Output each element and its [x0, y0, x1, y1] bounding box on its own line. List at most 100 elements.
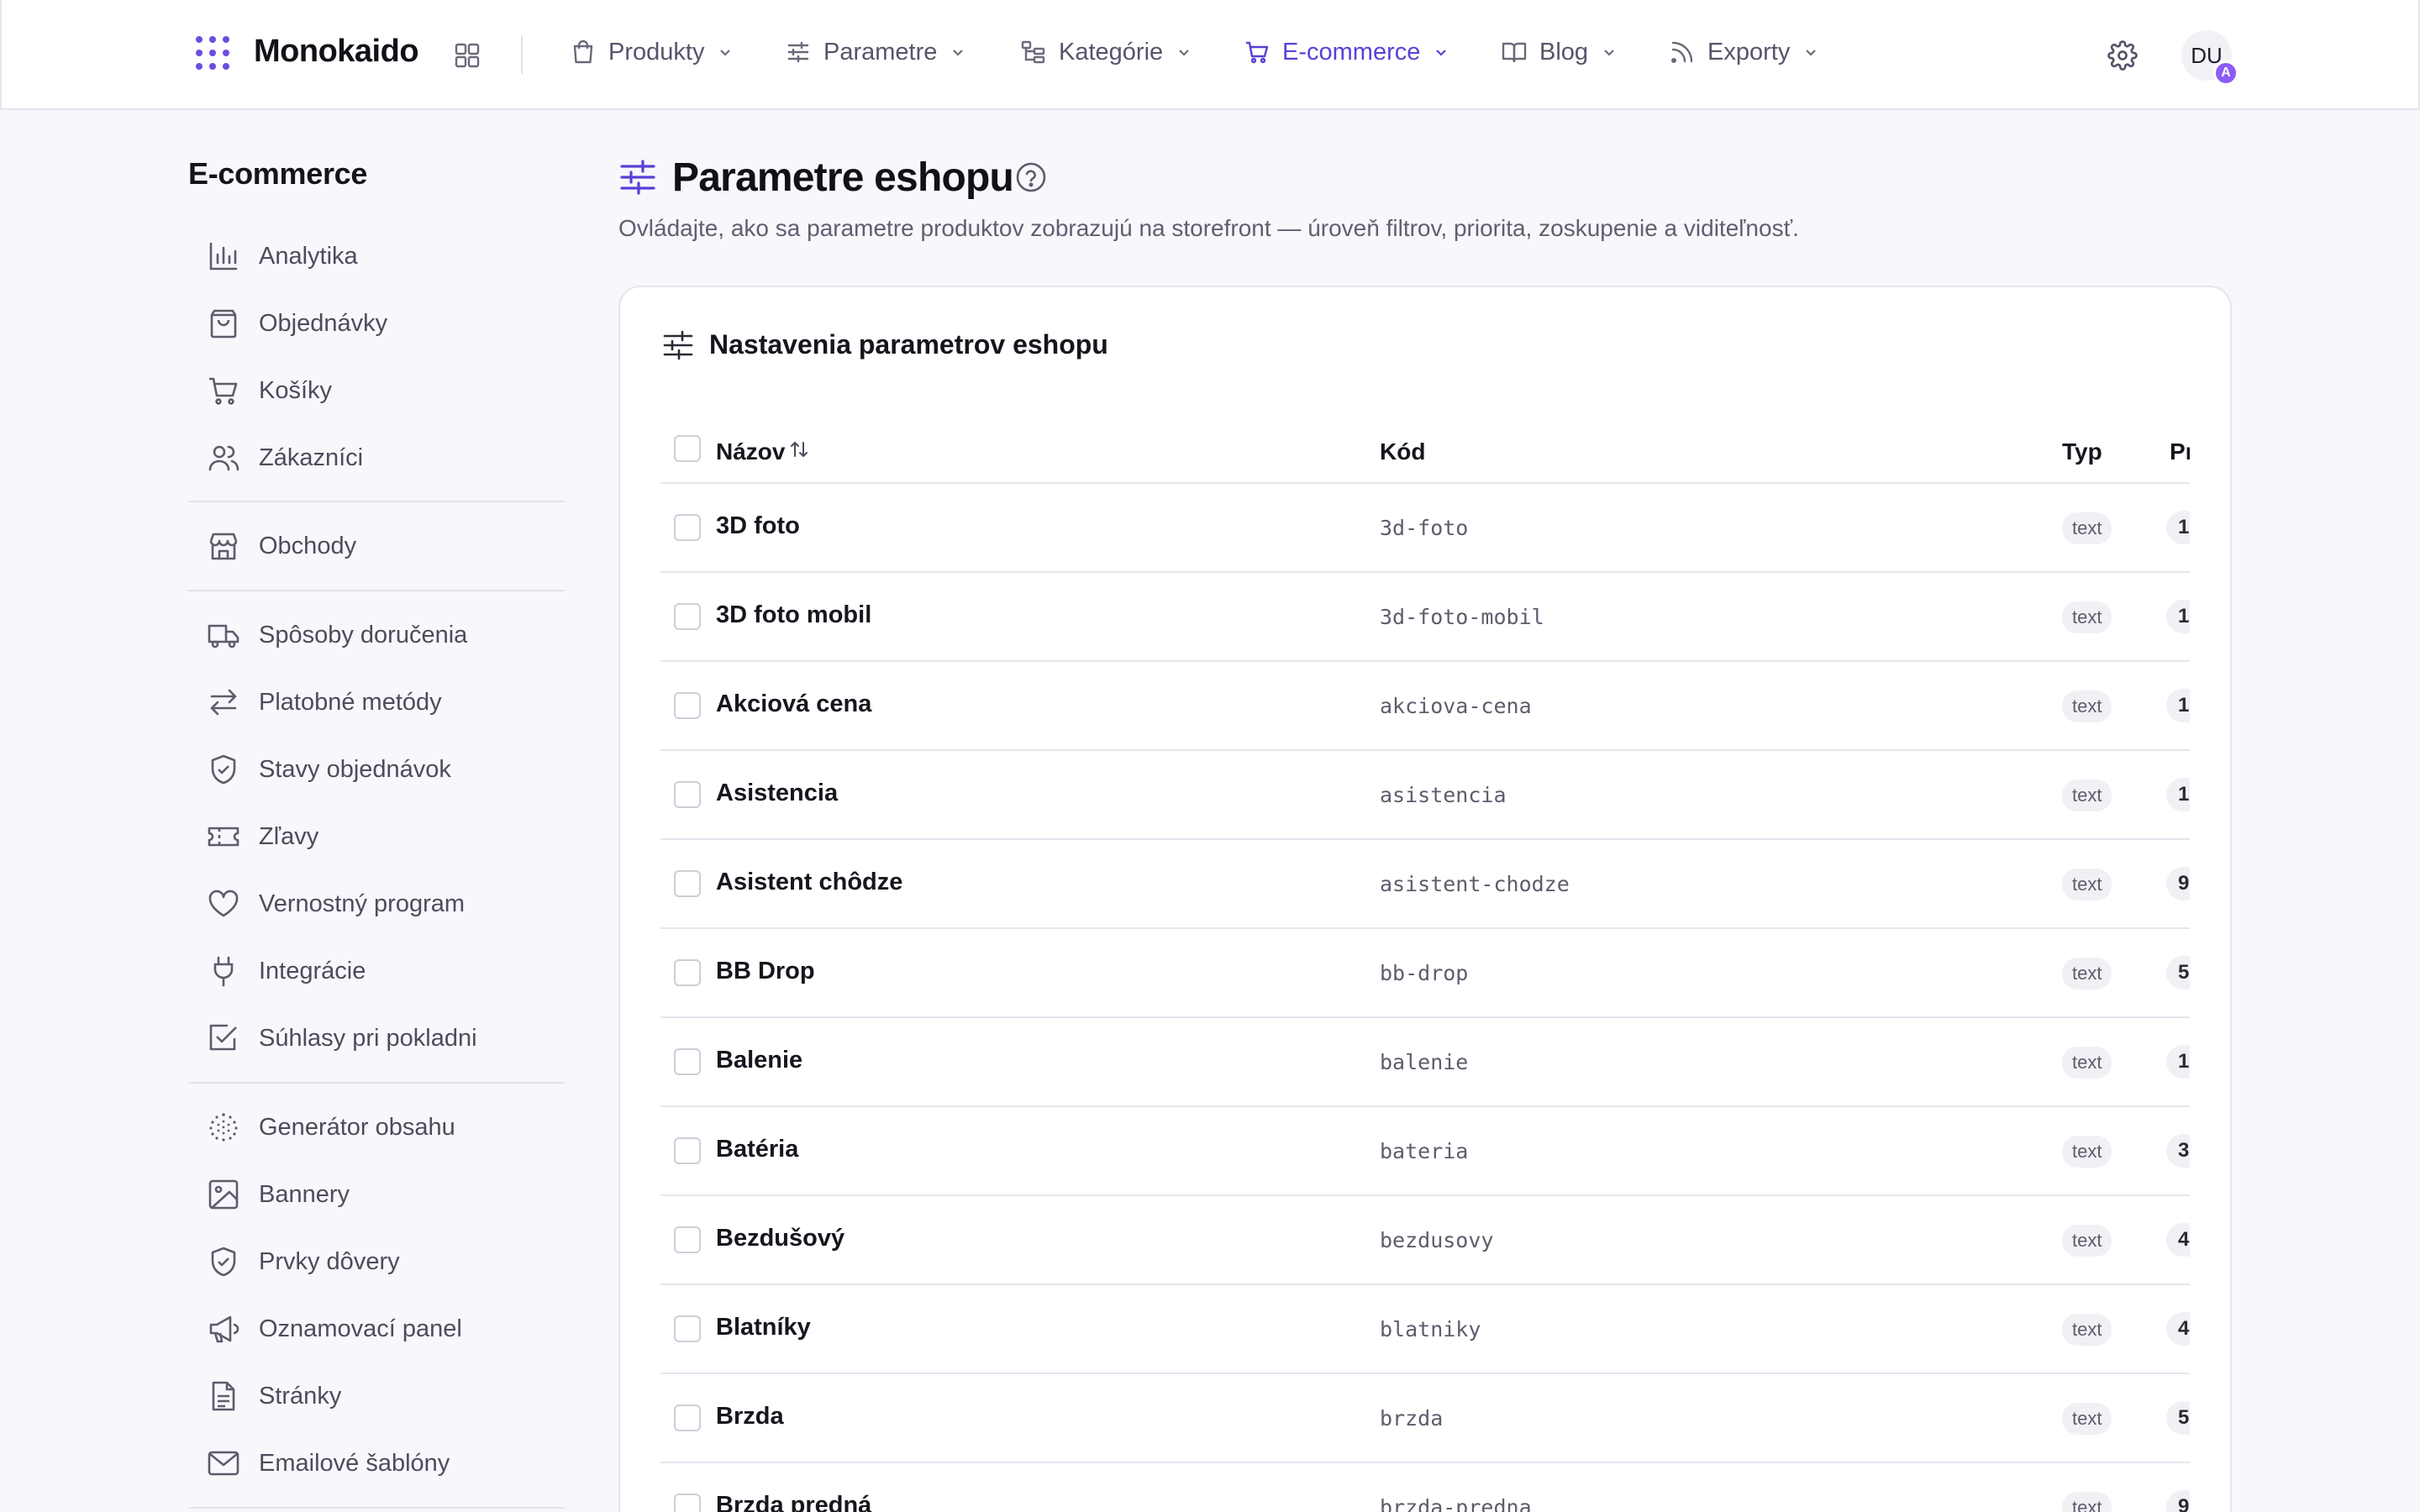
book-icon [1502, 42, 1527, 63]
row-name[interactable]: 3D foto mobil [716, 601, 871, 629]
sidebar-item-vernostny-program[interactable]: Vernostný program [207, 883, 465, 925]
row-priority[interactable]: 1 [2166, 1045, 2190, 1079]
row-checkbox[interactable] [674, 1137, 701, 1164]
sidebar-item-analytika[interactable]: Analytika [207, 235, 358, 277]
row-priority[interactable]: 1 [2166, 600, 2190, 633]
bar-chart-icon [209, 242, 238, 270]
row-priority[interactable]: 4 [2166, 1312, 2190, 1346]
table-row[interactable]: Brzda brzda text 5 [660, 1374, 2190, 1463]
sidebar-item-kosiky[interactable]: Košíky [207, 370, 332, 412]
sidebar-item-prvky-dovery[interactable]: Prvky dôvery [207, 1241, 400, 1283]
sidebar-item-label: Zákazníci [259, 444, 364, 471]
row-priority[interactable]: 9 [2166, 1490, 2190, 1512]
row-checkbox[interactable] [674, 514, 701, 541]
nav-exporty[interactable]: Exporty [1669, 34, 1818, 71]
sidebar-item-label: Súhlasy pri pokladni [259, 1024, 477, 1052]
row-checkbox[interactable] [674, 603, 701, 630]
sidebar-item-obchody[interactable]: Obchody [207, 525, 356, 567]
nav-kategorie[interactable]: Kategórie [1020, 34, 1192, 71]
row-priority[interactable]: 1 [2166, 689, 2190, 722]
chevron-down-icon [953, 50, 964, 56]
select-all-checkbox[interactable] [674, 435, 701, 462]
row-code: 3d-foto [1380, 516, 1469, 540]
nav-parametre[interactable]: Parametre [785, 34, 965, 71]
sidebar-item-platobne-metody[interactable]: Platobné metódy [207, 681, 442, 723]
table-row[interactable]: Blatníky blatniky text 4 [660, 1285, 2190, 1374]
row-checkbox[interactable] [674, 1226, 701, 1253]
table-row[interactable]: Asistent chôdze asistent-chodze text 9 [660, 840, 2190, 929]
nav-produkty[interactable]: Produkty [570, 34, 733, 71]
sidebar-item-integracie[interactable]: Integrácie [207, 950, 366, 992]
row-priority[interactable]: 4 [2166, 1223, 2190, 1257]
row-name[interactable]: 3D foto [716, 512, 800, 540]
sort-arrows-icon[interactable] [788, 438, 810, 460]
table-row[interactable]: Asistencia asistencia text 1 [660, 751, 2190, 840]
row-checkbox[interactable] [674, 1404, 701, 1431]
row-priority[interactable]: 5 [2166, 956, 2190, 990]
sidebar-item-sposoby-dorucenia[interactable]: Spôsoby doručenia [207, 614, 467, 656]
row-priority[interactable]: 5 [2166, 1401, 2190, 1435]
file-icon [212, 1381, 235, 1411]
logo-icon[interactable] [193, 34, 232, 72]
row-name[interactable]: Akciová cena [716, 690, 871, 718]
nav-blog[interactable]: Blog [1501, 34, 1617, 71]
row-checkbox[interactable] [674, 781, 701, 808]
table-row[interactable]: Balenie balenie text 1 [660, 1018, 2190, 1107]
sidebar-item-bannery[interactable]: Bannery [207, 1173, 350, 1215]
row-code: asistencia [1380, 783, 1507, 807]
row-name[interactable]: Brzda predná [716, 1492, 871, 1512]
row-priority[interactable]: 3 [2166, 1134, 2190, 1168]
row-priority[interactable]: 1 [2166, 511, 2190, 544]
row-checkbox[interactable] [674, 692, 701, 719]
nav-ecommerce[interactable]: E-commerce [1244, 34, 1449, 71]
row-name[interactable]: Batéria [716, 1136, 798, 1163]
settings-gear-icon[interactable] [2107, 40, 2138, 71]
row-code: balenie [1380, 1050, 1469, 1074]
table-row[interactable]: 3D foto 3d-foto text 1 [660, 484, 2190, 573]
help-circle-icon[interactable] [1015, 161, 1047, 193]
sidebar-item-stranky[interactable]: Stránky [207, 1375, 341, 1417]
row-priority[interactable]: 1 [2166, 778, 2190, 811]
sidebar-item-stavy-objednavok[interactable]: Stavy objednávok [207, 748, 451, 790]
sidebar-item-objednavky[interactable]: Objednávky [207, 302, 387, 344]
row-priority[interactable]: 9 [2166, 867, 2190, 900]
row-checkbox[interactable] [674, 870, 701, 897]
sidebar-item-zakaznici[interactable]: Zákazníci [207, 437, 363, 479]
row-name[interactable]: Asistent chôdze [716, 869, 902, 896]
sidebar-item-suhlasy-pri-pokladni[interactable]: Súhlasy pri pokladni [207, 1017, 477, 1059]
table-row[interactable]: Akciová cena akciova-cena text 1 [660, 662, 2190, 751]
row-name[interactable]: Asistencia [716, 780, 838, 807]
sidebar-item-emailove-sablony[interactable]: Emailové šablóny [207, 1442, 450, 1484]
row-checkbox[interactable] [674, 1315, 701, 1342]
sliders-icon [663, 330, 693, 360]
cart-icon [1246, 41, 1269, 64]
row-name[interactable]: Brzda [716, 1403, 784, 1431]
sidebar-item-label: Obchody [259, 532, 357, 559]
sidebar-item-oznamovaci-panel[interactable]: Oznamovací panel [207, 1308, 462, 1350]
row-name[interactable]: Bezdušový [716, 1225, 844, 1252]
column-header-type: Typ [2062, 438, 2102, 465]
row-checkbox[interactable] [674, 959, 701, 986]
table-row[interactable]: BB Drop bb-drop text 5 [660, 929, 2190, 1018]
table-row[interactable]: Brzda predná brzda-predna text 9 [660, 1463, 2190, 1512]
row-name[interactable]: Balenie [716, 1047, 802, 1074]
nav-divider [521, 35, 523, 74]
nav-label: Exporty [1707, 38, 1791, 66]
table-row[interactable]: Bezdušový bezdusovy text 4 [660, 1196, 2190, 1285]
sidebar-item-generator-obsahu[interactable]: Generátor obsahu [207, 1106, 455, 1148]
nav-label: Produkty [608, 38, 705, 66]
row-checkbox[interactable] [674, 1048, 701, 1075]
sidebar-item-zlavy[interactable]: Zľavy [207, 816, 318, 858]
table-row[interactable]: 3D foto mobil 3d-foto-mobil text 1 [660, 573, 2190, 662]
tree-icon [1021, 40, 1045, 64]
row-checkbox[interactable] [674, 1494, 701, 1512]
row-code: blatniky [1380, 1317, 1481, 1341]
sidebar-item-label: Prvky dôvery [259, 1247, 400, 1275]
brand-name[interactable]: Monokaido [254, 34, 419, 70]
row-name[interactable]: Blatníky [716, 1314, 811, 1341]
column-header-name[interactable]: Názov [716, 438, 785, 465]
table-row[interactable]: Batéria bateria text 3 [660, 1107, 2190, 1196]
apps-grid-icon[interactable] [454, 42, 481, 69]
sidebar-item-label: Generátor obsahu [259, 1113, 455, 1141]
row-name[interactable]: BB Drop [716, 958, 815, 985]
